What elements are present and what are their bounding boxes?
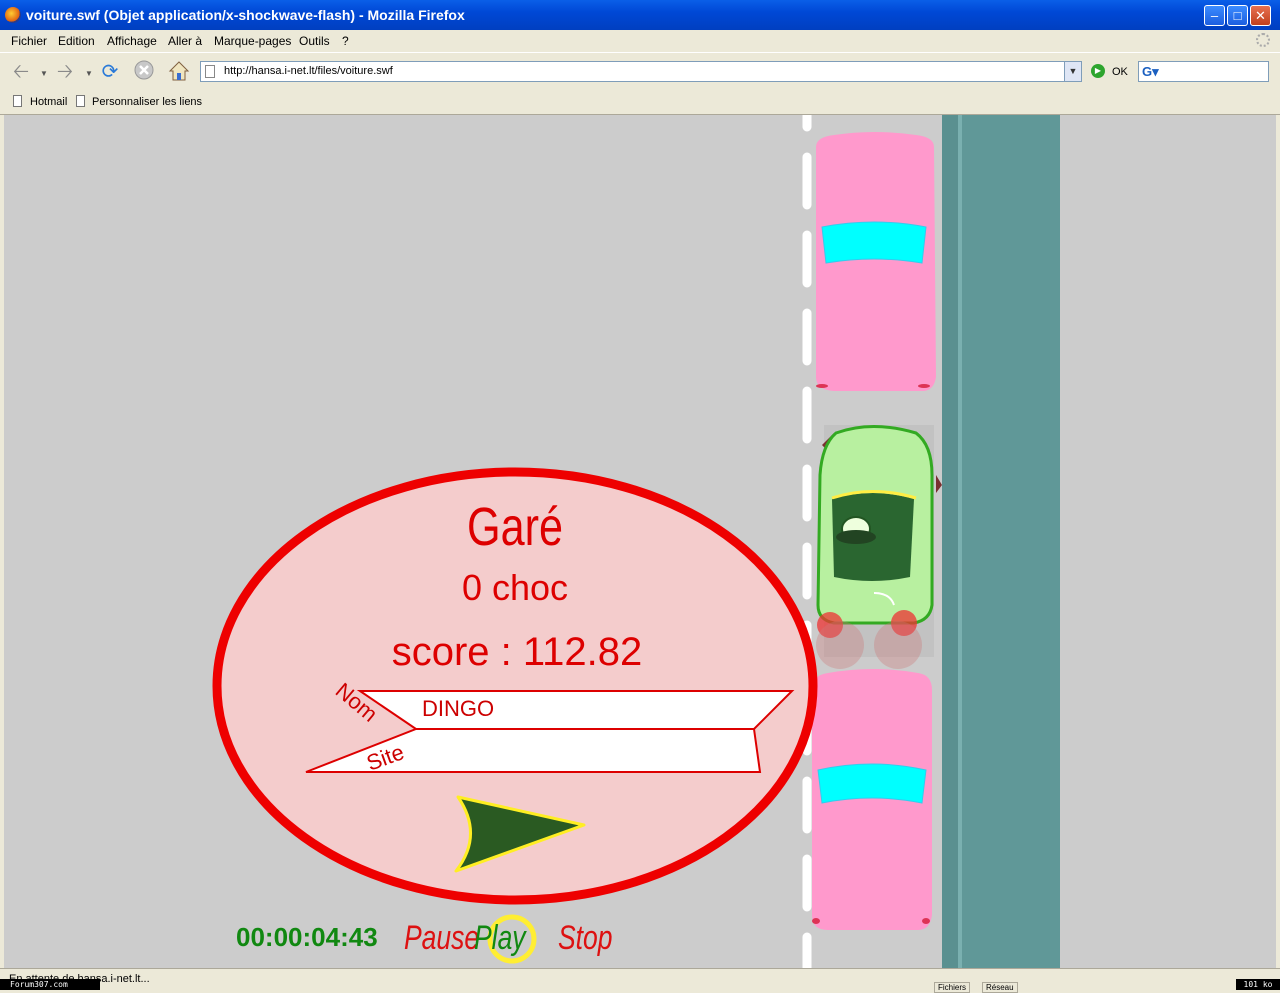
flash-game-area[interactable]: Garé 0 choc score : 112.82 DINGO Nom Sit…: [4, 115, 1276, 968]
sidewalk: [962, 115, 1060, 968]
window-title: voiture.swf (Objet application/x-shockwa…: [26, 7, 465, 23]
bookmarks-toolbar: Hotmail Personnaliser les liens: [0, 90, 1280, 115]
close-button[interactable]: ✕: [1250, 5, 1271, 26]
player-car: [816, 425, 942, 669]
forward-icon[interactable]: 🡢: [52, 59, 78, 85]
page-icon: [205, 65, 215, 78]
menu-outils[interactable]: Outils: [299, 34, 330, 48]
firefox-icon: [5, 7, 21, 23]
status-bar: En attente de hansa.i-net.lt... Fichiers…: [0, 968, 1280, 993]
menu-fichier[interactable]: Fichier: [11, 34, 47, 48]
home-icon[interactable]: [166, 59, 192, 85]
maximize-button[interactable]: □: [1227, 5, 1248, 26]
back-dropdown-icon[interactable]: ▼: [40, 69, 48, 78]
menu-aller[interactable]: Aller à: [168, 34, 202, 48]
pause-button[interactable]: Pause: [404, 919, 479, 957]
menu-help[interactable]: ?: [342, 34, 349, 48]
parked-car-top: [816, 132, 936, 391]
bookmark-hotmail[interactable]: Hotmail: [30, 96, 67, 108]
game-canvas[interactable]: Garé 0 choc score : 112.82 DINGO Nom Sit…: [4, 115, 1276, 968]
play-button[interactable]: Play: [474, 919, 527, 957]
status-pane-files: Fichiers: [934, 982, 971, 993]
name-field[interactable]: DINGO: [422, 696, 494, 721]
go-icon[interactable]: ▶: [1091, 64, 1105, 78]
collision-count: 0 choc: [462, 567, 568, 608]
timer: 00:00:04:43: [236, 922, 378, 952]
menu-affichage[interactable]: Affichage: [107, 34, 157, 48]
address-dropdown-icon[interactable]: ▼: [1064, 62, 1081, 81]
parked-car-bottom: [812, 669, 932, 930]
search-engine-icon[interactable]: G▾: [1142, 64, 1159, 80]
navigation-toolbar: 🡠 ▼ 🡢 ▼ ⟳ http://hansa.i-net.lt/files/vo…: [0, 52, 1280, 91]
score-text: score : 112.82: [392, 630, 643, 674]
bookmark-page-icon: [76, 95, 85, 107]
result-title: Garé: [467, 498, 563, 558]
status-pane-network: Réseau: [982, 982, 1018, 993]
minimize-button[interactable]: –: [1204, 5, 1225, 26]
result-panel: Garé 0 choc score : 112.82 DINGO Nom Sit…: [212, 467, 818, 905]
stop-icon[interactable]: [131, 59, 157, 85]
search-input[interactable]: G▾: [1138, 61, 1269, 82]
throbber-icon: [1256, 33, 1270, 47]
window-title-bar: voiture.swf (Objet application/x-shockwa…: [0, 0, 1280, 30]
watermark-left: Forum307.com: [0, 979, 100, 990]
address-input[interactable]: http://hansa.i-net.lt/files/voiture.swf: [224, 65, 393, 77]
menu-bar: Fichier Edition Affichage Aller à Marque…: [0, 30, 1280, 52]
bookmark-page-icon: [13, 95, 22, 107]
stop-button[interactable]: Stop: [558, 919, 613, 957]
go-button[interactable]: OK: [1112, 66, 1128, 78]
reload-icon[interactable]: ⟳: [97, 59, 123, 85]
menu-edition[interactable]: Edition: [58, 34, 95, 48]
watermark-right: 101 ko: [1236, 979, 1280, 990]
address-bar[interactable]: http://hansa.i-net.lt/files/voiture.swf …: [200, 61, 1082, 82]
bookmark-personnaliser[interactable]: Personnaliser les liens: [92, 96, 202, 108]
menu-marque-pages[interactable]: Marque-pages: [214, 34, 291, 48]
forward-dropdown-icon[interactable]: ▼: [85, 69, 93, 78]
back-icon[interactable]: 🡠: [8, 59, 34, 85]
